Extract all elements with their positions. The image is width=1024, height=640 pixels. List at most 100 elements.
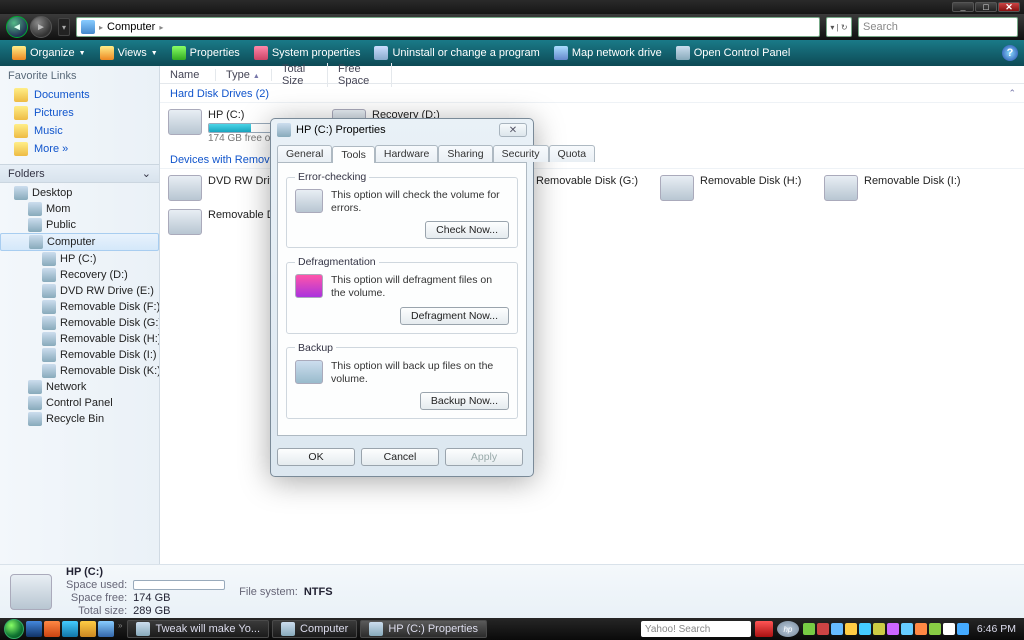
system-properties-button[interactable]: System properties: [248, 44, 367, 62]
tray-icon[interactable]: [831, 623, 843, 635]
folder-icon: [42, 300, 56, 314]
tray-icon[interactable]: [929, 623, 941, 635]
breadcrumb[interactable]: ▸ Computer ▸: [76, 17, 820, 37]
folders-header[interactable]: Folders⌄: [0, 164, 159, 183]
tree-item[interactable]: Removable Disk (G:): [0, 315, 159, 331]
dialog-titlebar[interactable]: HP (C:) Properties ✕: [271, 119, 533, 141]
tree-item[interactable]: Removable Disk (F:): [0, 299, 159, 315]
tree-item[interactable]: Desktop: [0, 185, 159, 201]
folder-icon: [28, 380, 42, 394]
tree-item[interactable]: DVD RW Drive (E:): [0, 283, 159, 299]
tab-general[interactable]: General: [277, 145, 332, 162]
hp-logo-icon[interactable]: hp: [777, 621, 799, 637]
tree-item[interactable]: Computer: [0, 233, 159, 251]
properties-button[interactable]: Properties: [166, 44, 246, 62]
tree-item[interactable]: Recovery (D:): [0, 267, 159, 283]
organize-button[interactable]: Organize▼: [6, 44, 92, 62]
maximize-button[interactable]: □: [975, 2, 997, 12]
tray-icon[interactable]: [859, 623, 871, 635]
tab-quota[interactable]: Quota: [549, 145, 596, 162]
uninstall-button[interactable]: Uninstall or change a program: [368, 44, 545, 62]
tree-item[interactable]: Removable Disk (H:): [0, 331, 159, 347]
tab-security[interactable]: Security: [493, 145, 549, 162]
tab-sharing[interactable]: Sharing: [438, 145, 492, 162]
minimize-button[interactable]: _: [952, 2, 974, 12]
quick-launch-item[interactable]: [98, 621, 114, 637]
check-now-button[interactable]: Check Now...: [425, 221, 509, 239]
group-hdd[interactable]: Hard Disk Drives (2)⌃: [160, 84, 1024, 103]
search-input[interactable]: Search: [858, 17, 1018, 37]
column-total-size[interactable]: Total Size: [272, 63, 328, 87]
tree-item[interactable]: Control Panel: [0, 395, 159, 411]
tray-icon[interactable]: [873, 623, 885, 635]
tray-icon[interactable]: [887, 623, 899, 635]
tab-tools[interactable]: Tools: [332, 146, 375, 163]
yahoo-search-input[interactable]: Yahoo! Search: [641, 621, 751, 637]
tree-item[interactable]: Public: [0, 217, 159, 233]
refresh-dropdown[interactable]: ▾ | ↻: [826, 17, 852, 37]
nav-history-dropdown[interactable]: ▾: [58, 18, 70, 36]
control-panel-icon: [676, 46, 690, 60]
cancel-button[interactable]: Cancel: [361, 448, 439, 466]
tree-item[interactable]: HP (C:): [0, 251, 159, 267]
drive-removable-i[interactable]: Removable Disk (I:): [822, 173, 978, 203]
collapse-icon[interactable]: ⌃: [1008, 88, 1016, 99]
drive-label: Removable Disk (H:): [700, 175, 801, 201]
tree-item[interactable]: Recycle Bin: [0, 411, 159, 427]
tray-icon[interactable]: [943, 623, 955, 635]
drive-removable-h[interactable]: Removable Disk (H:): [658, 173, 814, 203]
tray-icon[interactable]: [957, 623, 969, 635]
help-button[interactable]: ?: [1002, 45, 1018, 61]
ok-button[interactable]: OK: [277, 448, 355, 466]
views-button[interactable]: Views▼: [94, 44, 164, 62]
tree-item[interactable]: Mom: [0, 201, 159, 217]
dialog-tabs: GeneralToolsHardwareSharingSecurityQuota: [271, 145, 533, 162]
tab-hardware[interactable]: Hardware: [375, 145, 439, 162]
back-button[interactable]: ◄: [6, 16, 28, 38]
dialog-title: HP (C:) Properties: [296, 124, 386, 136]
yahoo-search-button[interactable]: [755, 621, 773, 637]
tray-icon[interactable]: [817, 623, 829, 635]
clock[interactable]: 6:46 PM: [973, 623, 1020, 635]
tray-icon[interactable]: [901, 623, 913, 635]
quick-launch-item[interactable]: [44, 621, 60, 637]
tree-item[interactable]: Network: [0, 379, 159, 395]
tree-item-label: HP (C:): [60, 253, 96, 265]
quick-launch-item[interactable]: [62, 621, 78, 637]
column-free-space[interactable]: Free Space: [328, 63, 392, 87]
taskbar-item[interactable]: HP (C:) Properties: [360, 620, 487, 638]
defragment-now-button[interactable]: Defragment Now...: [400, 307, 509, 325]
folder-icon: [42, 364, 56, 378]
favorite-link[interactable]: Pictures: [0, 104, 159, 122]
check-icon: [172, 46, 186, 60]
favorite-link[interactable]: Music: [0, 122, 159, 140]
taskbar-item[interactable]: Computer: [272, 620, 357, 638]
quick-launch: »: [26, 621, 122, 637]
forward-button[interactable]: ►: [30, 16, 52, 38]
disk-check-icon: [295, 189, 323, 213]
apply-button[interactable]: Apply: [445, 448, 523, 466]
taskbar-item[interactable]: Tweak will make Yo...: [127, 620, 269, 638]
tree-item[interactable]: Removable Disk (I:): [0, 347, 159, 363]
control-panel-button[interactable]: Open Control Panel: [670, 44, 797, 62]
quick-launch-item[interactable]: [80, 621, 96, 637]
tray-icon[interactable]: [845, 623, 857, 635]
favorite-link[interactable]: Documents: [0, 86, 159, 104]
column-type[interactable]: Type▲: [216, 69, 272, 81]
column-name[interactable]: Name: [160, 69, 216, 81]
map-drive-button[interactable]: Map network drive: [548, 44, 668, 62]
quick-launch-item[interactable]: [26, 621, 42, 637]
breadcrumb-item[interactable]: Computer: [107, 21, 155, 33]
quick-launch-overflow[interactable]: »: [118, 621, 122, 637]
start-button[interactable]: [4, 619, 24, 639]
defragmentation-group: Defragmentation This option will defragm…: [286, 256, 518, 333]
tree-item[interactable]: Removable Disk (K:): [0, 363, 159, 379]
favorite-link[interactable]: More »: [0, 140, 159, 158]
close-button[interactable]: ✕: [998, 2, 1020, 12]
tray-icon[interactable]: [915, 623, 927, 635]
app-icon: [369, 622, 383, 636]
dialog-close-button[interactable]: ✕: [499, 123, 527, 137]
backup-now-button[interactable]: Backup Now...: [420, 392, 509, 410]
folder-icon: [14, 106, 28, 120]
tray-icon[interactable]: [803, 623, 815, 635]
